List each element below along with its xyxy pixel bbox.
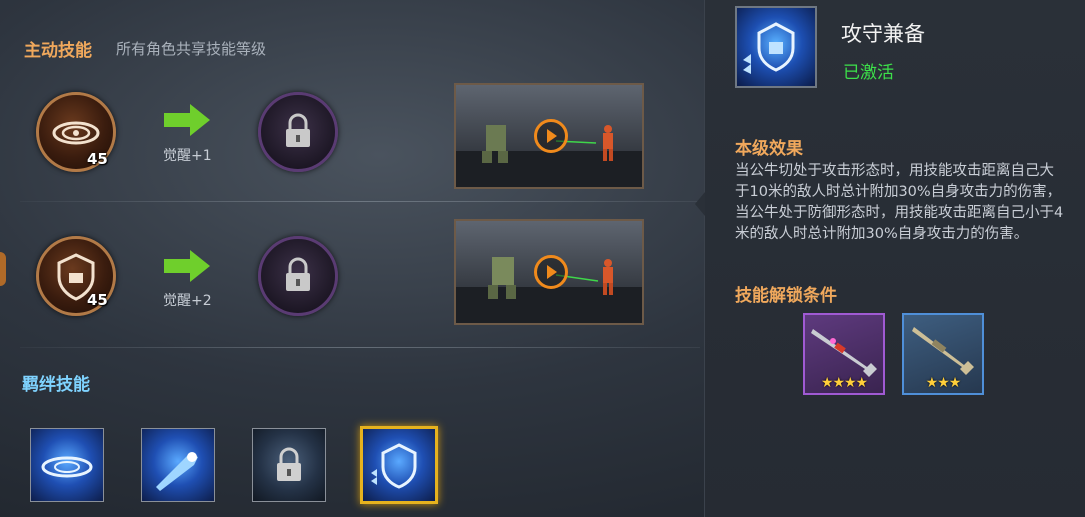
- unlock-weapon-blue[interactable]: ★★★: [902, 313, 984, 395]
- locked-skill-icon[interactable]: [258, 236, 338, 316]
- skill-list-panel: 主动技能 所有角色共享技能等级 45 觉醒+1 45 觉醒+2 羁绊技能: [0, 0, 704, 517]
- missile-icon: [156, 452, 198, 491]
- active-skills-subtitle: 所有角色共享技能等级: [116, 40, 267, 58]
- unlock-condition-title: 技能解锁条件: [735, 286, 837, 306]
- play-button[interactable]: [534, 119, 568, 153]
- awaken-label: 觉醒+2: [163, 293, 212, 309]
- skill-level: 45: [87, 291, 108, 309]
- bond-skill-spiral[interactable]: [30, 428, 104, 502]
- shield-bull-icon: [743, 22, 795, 74]
- weapon-stars: ★★★: [925, 375, 962, 391]
- row-divider: [20, 201, 700, 202]
- unlock-weapon-purple[interactable]: ★★★★: [803, 313, 885, 395]
- bond-skill-selected[interactable]: [360, 426, 438, 504]
- skill-status: 已激活: [843, 63, 894, 83]
- side-tab[interactable]: [0, 252, 6, 286]
- locked-skill-icon[interactable]: [258, 92, 338, 172]
- shield-bull-icon: [371, 443, 417, 489]
- skill-preview-video[interactable]: [454, 219, 644, 325]
- arrow-right-icon: [164, 250, 210, 282]
- weapon-stars: ★★★★: [820, 375, 868, 391]
- bond-skill-missile[interactable]: [141, 428, 215, 502]
- skill-detail-panel: 攻守兼备 已激活 本级效果 当公牛切处于攻击形态时，用技能攻击距离自己大于10米…: [695, 0, 1085, 517]
- bond-skills-title: 羁绊技能: [22, 375, 90, 395]
- arrow-right-icon: [164, 104, 210, 136]
- lock-icon: [286, 113, 310, 147]
- skill-preview-video[interactable]: [454, 83, 644, 189]
- active-skills-title: 主动技能: [24, 41, 92, 61]
- skill-level: 45: [87, 150, 108, 168]
- effect-description: 当公牛切处于攻击形态时，用技能攻击距离自己大于10米的敌人时总计附加30%自身攻…: [735, 163, 1064, 242]
- panel-pointer: [695, 192, 705, 216]
- lock-icon: [277, 447, 301, 481]
- section-divider: [20, 347, 700, 348]
- vortex-icon: [41, 456, 93, 478]
- effect-title: 本级效果: [735, 139, 803, 159]
- lock-icon: [286, 257, 310, 291]
- bond-skill-locked[interactable]: [252, 428, 326, 502]
- selected-skill-icon: [735, 6, 817, 88]
- play-button[interactable]: [534, 255, 568, 289]
- skill-name: 攻守兼备: [841, 22, 925, 46]
- awaken-label: 觉醒+1: [163, 148, 212, 164]
